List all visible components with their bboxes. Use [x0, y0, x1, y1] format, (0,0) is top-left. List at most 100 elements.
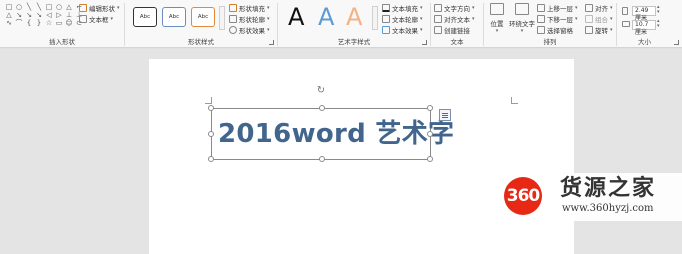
shape-option[interactable]: ╲ [34, 3, 44, 11]
shape-height-input[interactable]: 2.49 厘米 [632, 6, 656, 22]
ribbon: □ ○ ╲ ╲ □ ○ △ ⌐ △ ↘ ↘ ↘ ◁ ▷ ⊥ ⊥ ∿ ⌒{} ☆ ▭ ☺ ⊂ 编辑形状 ▾ 文本框 ▾ 插入… [0, 0, 682, 48]
wordart-styles-group-label: 艺术字样式 [337, 38, 371, 46]
shape-option[interactable]: ▷ [54, 11, 64, 19]
shape-option[interactable]: ○ [54, 3, 64, 11]
position-button[interactable]: 位置 ▾ [487, 3, 507, 34]
resize-handle[interactable] [208, 131, 214, 137]
chevron-down-icon: ▾ [610, 5, 613, 11]
stepper-icon[interactable]: ▴ ▾ [657, 19, 660, 29]
text-effects-button[interactable]: 文本效果 ▾ [382, 25, 423, 35]
watermark-title: 货源之家 [560, 176, 657, 201]
chevron-down-icon: ▾ [495, 28, 499, 34]
size-group: 2.49 厘米 ▴ ▾ 10.7 厘米 ▴ ▾ 大小 [617, 0, 682, 48]
shape-style-option[interactable]: Abc [162, 7, 186, 27]
text-group: 文字方向 ▾ 对齐文本 ▾ 创建链接 文本 [431, 0, 483, 48]
shape-option[interactable]: ☆ [44, 19, 54, 27]
shape-option[interactable]: ◁ [44, 11, 54, 19]
resize-handle[interactable] [427, 105, 433, 111]
shape-outline-button[interactable]: 形状轮廓 ▾ [229, 14, 270, 24]
resize-handle[interactable] [319, 105, 325, 111]
arrange-group-label: 排列 [543, 38, 557, 46]
position-icon [490, 3, 504, 15]
text-fill-button[interactable]: 文本填充 ▾ [382, 3, 423, 13]
text-box-button[interactable]: 文本框 ▾ [79, 14, 113, 24]
shape-gallery[interactable]: □ ○ ╲ ╲ □ ○ △ ⌐ △ ↘ ↘ ↘ ◁ ▷ ⊥ ⊥ ∿ ⌒{} ☆ ▭ ☺ ⊂ [4, 3, 84, 29]
shape-option[interactable]: □ [44, 3, 54, 11]
size-group-label: 大小 [638, 38, 651, 46]
wrap-text-button[interactable]: 环绕文字 ▾ [508, 3, 536, 34]
shape-option[interactable]: ○ [14, 3, 24, 11]
group-button[interactable]: 组合 ▾ [585, 14, 613, 24]
shape-option[interactable]: ∿ [4, 19, 14, 27]
rotate-button[interactable]: 旋转 ▾ [585, 25, 613, 35]
chevron-down-icon: ▾ [472, 16, 475, 22]
chevron-down-icon: ▾ [420, 27, 423, 33]
dialog-launcher-icon[interactable] [269, 40, 274, 45]
text-effects-icon [382, 26, 390, 34]
send-backward-icon [537, 15, 545, 23]
shape-styles-group: Abc Abc Abc 形状填充 ▾ 形状轮廓 ▾ 形状效果 ▾ 形状样式 [125, 0, 277, 48]
layout-options-icon[interactable] [439, 109, 451, 121]
shape-width-input[interactable]: 10.7 厘米 [632, 20, 656, 36]
shape-option[interactable]: ⊥ [64, 11, 74, 19]
wordart-style-option[interactable]: A [346, 3, 362, 31]
shape-option[interactable]: △ [4, 11, 14, 19]
edit-shape-button[interactable]: 编辑形状 ▾ [79, 3, 120, 13]
shape-option[interactable]: ↘ [24, 11, 34, 19]
insert-shapes-group-label: 插入形状 [49, 38, 75, 46]
resize-handle[interactable] [427, 131, 433, 137]
wrap-text-icon [515, 3, 529, 15]
pen-icon [229, 15, 237, 23]
wordart-text[interactable]: 2016word 艺术字 [218, 119, 454, 149]
shape-option[interactable]: △ [64, 3, 74, 11]
shape-style-option[interactable]: Abc [133, 7, 157, 27]
text-direction-button[interactable]: 文字方向 ▾ [434, 3, 475, 13]
resize-handle[interactable] [208, 156, 214, 162]
create-link-button[interactable]: 创建链接 [434, 25, 470, 35]
shape-option[interactable]: ⌒ [14, 19, 24, 27]
wordart-gallery-scroll[interactable] [372, 6, 378, 30]
crop-mark [511, 97, 518, 104]
watermark-url: www.360hyzj.com [562, 203, 654, 214]
rotate-handle-icon[interactable]: ↻ [316, 86, 326, 96]
align-text-button[interactable]: 对齐文本 ▾ [434, 14, 475, 24]
shape-styles-gallery-scroll[interactable] [219, 6, 225, 30]
chevron-down-icon: ▾ [110, 16, 114, 22]
paint-bucket-icon [229, 4, 237, 12]
resize-handle[interactable] [208, 105, 214, 111]
shape-option[interactable]: ╲ [24, 3, 34, 11]
chevron-down-icon: ▾ [610, 16, 613, 22]
shape-effects-button[interactable]: 形状效果 ▾ [229, 25, 270, 35]
rotate-icon [585, 26, 593, 34]
shape-option[interactable]: ▭ [54, 19, 64, 27]
wordart-style-option[interactable]: A [318, 3, 334, 31]
shape-option[interactable]: ↘ [34, 11, 44, 19]
shape-option[interactable]: { [24, 19, 34, 27]
bring-forward-button[interactable]: 上移一层 ▾ [537, 3, 578, 13]
send-backward-button[interactable]: 下移一层 ▾ [537, 14, 578, 24]
stepper-icon[interactable]: ▴ ▾ [657, 5, 660, 15]
selection-pane-button[interactable]: 选择窗格 [537, 25, 573, 35]
wordart-textbox[interactable]: 2016word 艺术字 [208, 105, 454, 162]
chevron-down-icon: ▾ [575, 16, 578, 22]
document-page[interactable]: ↻ 2016word 艺术字 [149, 59, 574, 254]
align-button[interactable]: 对齐 ▾ [585, 3, 613, 13]
shape-option[interactable]: ☺ [64, 19, 74, 27]
dialog-launcher-icon[interactable] [674, 40, 679, 45]
resize-handle[interactable] [319, 156, 325, 162]
chevron-down-icon: ▾ [267, 5, 270, 11]
wordart-style-option[interactable]: A [288, 3, 304, 31]
shape-option[interactable]: } [34, 19, 44, 27]
dialog-launcher-icon[interactable] [422, 40, 427, 45]
shape-height-icon [622, 7, 628, 15]
shape-fill-button[interactable]: 形状填充 ▾ [229, 3, 270, 13]
text-group-label: 文本 [450, 38, 464, 46]
chevron-down-icon: ▾ [420, 16, 423, 22]
shape-option[interactable]: ↘ [14, 11, 24, 19]
link-icon [434, 26, 442, 34]
shape-option[interactable]: □ [4, 3, 14, 11]
resize-handle[interactable] [427, 156, 433, 162]
shape-style-option[interactable]: Abc [191, 7, 215, 27]
text-outline-button[interactable]: 文本轮廓 ▾ [382, 14, 423, 24]
chevron-down-icon: ▾ [267, 27, 270, 33]
